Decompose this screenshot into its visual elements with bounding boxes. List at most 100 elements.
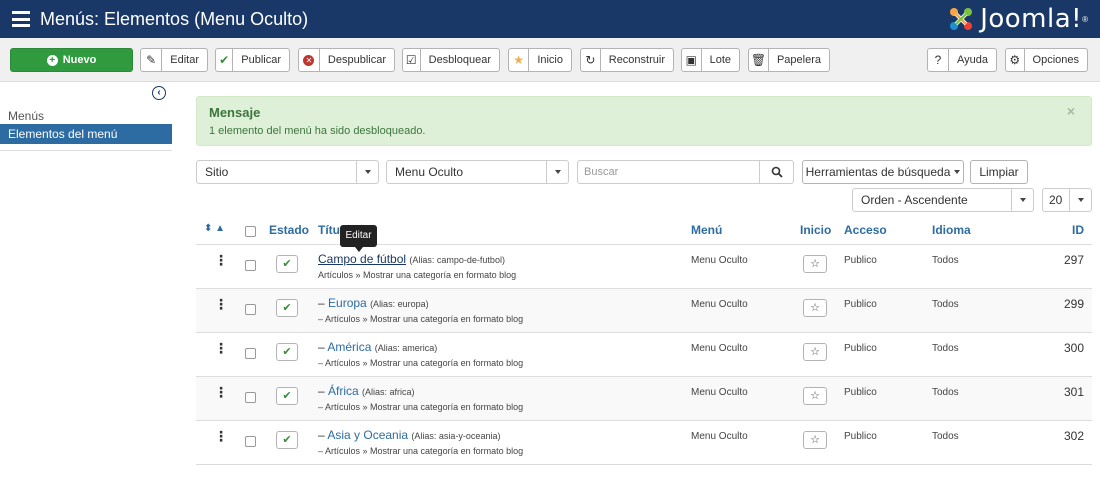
- new-button[interactable]: + Nuevo: [10, 48, 133, 72]
- unpublish-button[interactable]: ✕ Despublicar: [298, 48, 395, 72]
- sort-ordering-header[interactable]: ⬍ ▲: [204, 223, 225, 234]
- select-all-checkbox[interactable]: [245, 226, 256, 237]
- level-prefix: –: [318, 428, 328, 442]
- checkin-button[interactable]: ☑ Desbloquear: [402, 48, 500, 72]
- drag-handle-icon[interactable]: ⋮: [214, 429, 228, 443]
- batch-button[interactable]: ▣ Lote: [681, 48, 740, 72]
- published-toggle[interactable]: ✔: [276, 299, 298, 317]
- star-outline-icon[interactable]: ☆: [803, 299, 827, 317]
- item-type: – Artículos » Mostrar una categoría en f…: [318, 314, 524, 324]
- search-tools-button[interactable]: Herramientas de búsqueda: [802, 160, 964, 184]
- header-bar: Menús: Elementos (Menu Oculto) Joomla! ®: [0, 0, 1100, 38]
- toolbar: + Nuevo ✎ Editar ✔ Publicar ✕ Despublica…: [0, 38, 1100, 82]
- search-input[interactable]: [577, 160, 760, 184]
- drag-handle-icon[interactable]: ⋮: [214, 341, 228, 355]
- item-alias: (Alias: africa): [362, 387, 415, 397]
- search-button[interactable]: [760, 160, 794, 184]
- sidebar-item-menus[interactable]: Menús: [0, 106, 172, 126]
- options-button[interactable]: ⚙ Opciones: [1005, 48, 1088, 72]
- trash-button[interactable]: 🗑 Papelera: [748, 48, 830, 72]
- state-header[interactable]: Estado: [269, 223, 309, 237]
- published-toggle[interactable]: ✔: [276, 387, 298, 405]
- limit-select[interactable]: 20: [1042, 188, 1092, 212]
- joomla-logo[interactable]: Joomla! ®: [946, 4, 1088, 34]
- menu-value: Menu Oculto: [691, 255, 748, 266]
- batch-icon: ▣: [682, 49, 702, 71]
- caret-down-icon: [954, 170, 961, 174]
- home-button[interactable]: ★ Inicio: [508, 48, 572, 72]
- edit-button[interactable]: ✎ Editar: [140, 48, 208, 72]
- published-toggle[interactable]: ✔: [276, 255, 298, 273]
- id-value: 300: [1063, 341, 1084, 355]
- item-alias: (Alias: america): [374, 343, 438, 353]
- table-row: ⋮ ✔ – América (Alias: america) – Artícul…: [196, 333, 1092, 377]
- item-title-link[interactable]: África: [328, 384, 359, 398]
- row-checkbox[interactable]: [245, 304, 256, 315]
- access-value: Publico: [844, 299, 877, 310]
- language-header[interactable]: Idioma: [932, 223, 971, 237]
- sidebar-item-menu-items[interactable]: Elementos del menú: [0, 124, 172, 144]
- item-title-link[interactable]: Campo de fútbol: [318, 252, 406, 266]
- menu-select[interactable]: Menu Oculto: [386, 160, 569, 184]
- language-value: Todos: [932, 431, 959, 442]
- title-cell: – Europa (Alias: europa) – Artículos » M…: [318, 296, 523, 324]
- publish-button-label: Publicar: [241, 54, 281, 66]
- id-header[interactable]: ID: [1072, 223, 1084, 237]
- row-checkbox[interactable]: [245, 348, 256, 359]
- row-checkbox[interactable]: [245, 436, 256, 447]
- published-toggle[interactable]: ✔: [276, 343, 298, 361]
- page-title: Menús: Elementos (Menu Oculto): [40, 8, 309, 29]
- limit-select-value: 20: [1049, 193, 1063, 207]
- access-value: Publico: [844, 431, 877, 442]
- help-button[interactable]: ? Ayuda: [927, 48, 997, 72]
- star-outline-icon[interactable]: ☆: [803, 431, 827, 449]
- rebuild-button[interactable]: ↻ Reconstruir: [580, 48, 674, 72]
- unpublish-icon: ✕: [299, 49, 320, 71]
- sidebar-divider: [0, 150, 172, 151]
- drag-handle-icon[interactable]: ⋮: [214, 297, 228, 311]
- publish-button[interactable]: ✔ Publicar: [215, 48, 290, 72]
- home-button-label: Inicio: [537, 54, 563, 66]
- edit-tooltip: Editar: [340, 225, 377, 252]
- menu-header[interactable]: Menú: [691, 223, 722, 237]
- logo-registered: ®: [1082, 14, 1088, 24]
- language-value: Todos: [932, 299, 959, 310]
- item-title-link[interactable]: Asia y Oceania: [327, 428, 408, 442]
- plus-circle-icon: +: [46, 54, 58, 66]
- close-icon[interactable]: ×: [1067, 103, 1075, 119]
- alert-title: Mensaje: [209, 105, 261, 120]
- title-cell: – América (Alias: america) – Artículos »…: [318, 340, 523, 368]
- row-checkbox[interactable]: [245, 260, 256, 271]
- clear-button[interactable]: Limpiar: [970, 160, 1028, 184]
- table-row: ⋮ ✔ – África (Alias: africa) – Artículos…: [196, 377, 1092, 421]
- published-toggle[interactable]: ✔: [276, 431, 298, 449]
- language-value: Todos: [932, 255, 959, 266]
- drag-handle-icon[interactable]: ⋮: [214, 253, 228, 267]
- chevron-down-icon: [1011, 189, 1033, 211]
- list-menu-icon[interactable]: [12, 11, 30, 27]
- question-icon: ?: [928, 49, 949, 71]
- item-type: – Artículos » Mostrar una categoría en f…: [318, 446, 524, 456]
- home-header[interactable]: Inicio: [800, 223, 831, 237]
- row-checkbox[interactable]: [245, 392, 256, 403]
- star-outline-icon[interactable]: ☆: [803, 387, 827, 405]
- star-outline-icon[interactable]: ☆: [803, 255, 827, 273]
- collapse-sidebar-icon[interactable]: ‹: [152, 86, 166, 100]
- title-header[interactable]: Títu: [318, 223, 340, 237]
- item-type: – Artículos » Mostrar una categoría en f…: [318, 358, 524, 368]
- site-select[interactable]: Sitio: [196, 160, 379, 184]
- item-title-link[interactable]: América: [327, 340, 371, 354]
- item-alias: (Alias: campo-de-futbol): [409, 255, 505, 265]
- access-header[interactable]: Acceso: [844, 223, 887, 237]
- drag-handle-icon[interactable]: ⋮: [214, 385, 228, 399]
- item-title-link[interactable]: Europa: [328, 296, 367, 310]
- star-outline-icon[interactable]: ☆: [803, 343, 827, 361]
- trash-button-label: Papelera: [776, 54, 821, 66]
- table-row: ⋮ ✔ – Asia y Oceania (Alias: asia-y-ocea…: [196, 421, 1092, 465]
- edit-icon: ✎: [141, 49, 163, 71]
- site-select-value: Sitio: [205, 165, 229, 179]
- access-value: Publico: [844, 387, 877, 398]
- menu-select-value: Menu Oculto: [395, 165, 464, 179]
- order-select[interactable]: Orden - Ascendente: [852, 188, 1034, 212]
- item-alias: (Alias: europa): [370, 299, 429, 309]
